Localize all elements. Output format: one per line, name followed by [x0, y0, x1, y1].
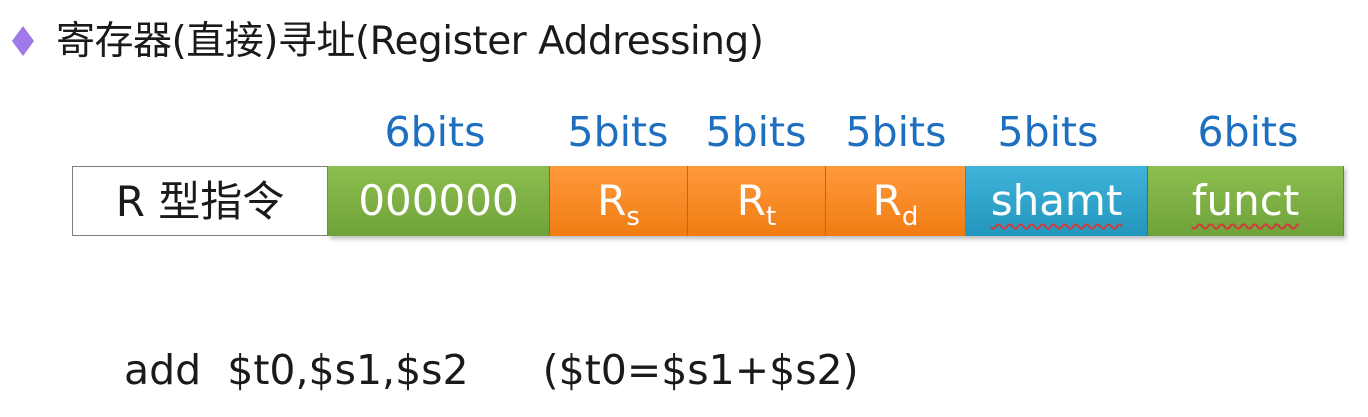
bits-label-funct: 6bits: [1197, 108, 1299, 156]
bits-label-rs: 5bits: [567, 108, 669, 156]
rt-field-letter: R: [736, 176, 766, 225]
shamt-field: shamt: [966, 166, 1148, 236]
slide-title-row: 寄存器(直接)寻址(Register Addressing): [8, 8, 764, 68]
bits-label-rt: 5bits: [705, 108, 807, 156]
funct-field-value: funct: [1191, 176, 1300, 225]
rs-field-letter: R: [597, 176, 627, 225]
rd-field-letter: R: [872, 176, 902, 225]
shamt-field-value: shamt: [990, 176, 1123, 225]
rt-field-subscript: t: [765, 202, 777, 232]
funct-field: funct: [1148, 166, 1344, 236]
example-instruction: add $t0,$s1,$s2: [124, 346, 469, 394]
opcode-field-value: 000000: [358, 176, 519, 225]
bits-label-rd: 5bits: [845, 108, 947, 156]
rd-field-subscript: d: [901, 202, 919, 232]
opcode-field: 000000: [328, 166, 550, 236]
example-meaning: ($t0=$s1+$s2): [542, 346, 859, 394]
r-type-label-cell: R 型指令: [72, 166, 328, 236]
bits-label-opcode: 6bits: [384, 108, 486, 156]
slide-title: 寄存器(直接)寻址(Register Addressing): [56, 19, 764, 64]
rt-field: Rt: [688, 166, 826, 236]
example-row: add $t0,$s1,$s2 ($t0=$s1+$s2): [124, 340, 859, 400]
rd-field: Rd: [826, 166, 966, 236]
bits-label-shamt: 5bits: [997, 108, 1099, 156]
rs-field-subscript: s: [626, 202, 640, 232]
rs-field: Rs: [550, 166, 688, 236]
diamond-bullet-icon: [12, 26, 34, 56]
